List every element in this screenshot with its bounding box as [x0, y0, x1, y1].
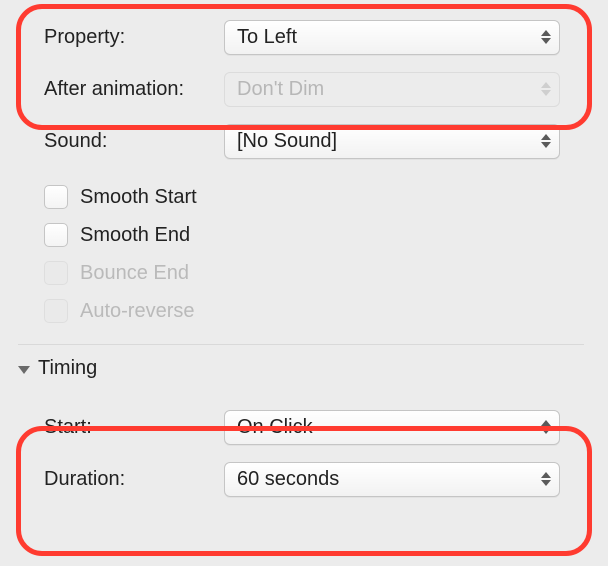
smooth-end-row: Smooth End	[44, 216, 584, 254]
after-animation-select: Don't Dim	[224, 72, 560, 107]
duration-row: Duration: 60 seconds	[44, 460, 584, 498]
bounce-end-checkbox	[44, 261, 68, 285]
updown-icon	[541, 78, 553, 100]
auto-reverse-label: Auto-reverse	[80, 300, 195, 323]
updown-icon	[541, 416, 553, 438]
property-row: Property: To Left	[44, 18, 584, 56]
smooth-start-label: Smooth Start	[80, 186, 197, 209]
property-select[interactable]: To Left	[224, 20, 560, 55]
smooth-start-checkbox[interactable]	[44, 185, 68, 209]
sound-value: [No Sound]	[237, 130, 337, 153]
property-value: To Left	[237, 26, 297, 49]
bounce-end-row: Bounce End	[44, 254, 584, 292]
start-row: Start: On Click	[44, 408, 584, 446]
timing-section-title: Timing	[38, 357, 97, 380]
smooth-end-label: Smooth End	[80, 224, 190, 247]
start-select[interactable]: On Click	[224, 410, 560, 445]
duration-value: 60 seconds	[237, 468, 339, 491]
timing-section-header[interactable]: Timing	[18, 344, 584, 388]
updown-icon	[541, 468, 553, 490]
duration-label: Duration:	[44, 468, 224, 491]
sound-label: Sound:	[44, 130, 224, 153]
updown-icon	[541, 26, 553, 48]
after-animation-label: After animation:	[44, 78, 224, 101]
sound-row: Sound: [No Sound]	[44, 122, 584, 160]
after-animation-row: After animation: Don't Dim	[44, 70, 584, 108]
smooth-end-checkbox[interactable]	[44, 223, 68, 247]
smooth-start-row: Smooth Start	[44, 178, 584, 216]
effect-options-panel: Property: To Left After animation: Don't…	[0, 0, 608, 498]
property-label: Property:	[44, 26, 224, 49]
duration-select[interactable]: 60 seconds	[224, 462, 560, 497]
auto-reverse-checkbox	[44, 299, 68, 323]
auto-reverse-row: Auto-reverse	[44, 292, 584, 330]
start-value: On Click	[237, 416, 313, 439]
start-label: Start:	[44, 416, 224, 439]
chevron-down-icon	[18, 366, 30, 374]
sound-select[interactable]: [No Sound]	[224, 124, 560, 159]
after-animation-value: Don't Dim	[237, 78, 324, 101]
effect-checkboxes: Smooth Start Smooth End Bounce End Auto-…	[44, 174, 584, 344]
updown-icon	[541, 130, 553, 152]
bounce-end-label: Bounce End	[80, 262, 189, 285]
